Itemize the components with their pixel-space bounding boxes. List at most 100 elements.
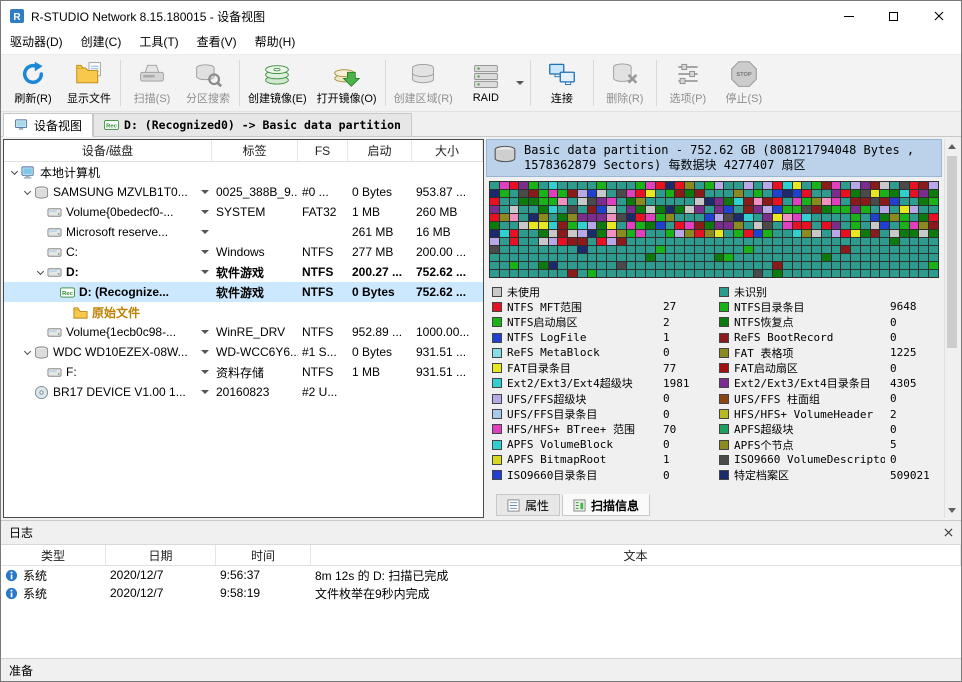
table-row[interactable]: Volume{0bedecf0-...SYSTEMFAT321 MB260 MB bbox=[4, 202, 483, 222]
toolbar-button-refresh[interactable]: 刷新(R) bbox=[5, 57, 61, 110]
table-row[interactable]: BR17 DEVICE V1.00 1...20160823#2 U... bbox=[4, 382, 483, 402]
scan-block bbox=[744, 270, 753, 277]
log-body: 系统2020/12/79:56:378m 12s 的 D: 扫描已完成系统202… bbox=[1, 566, 961, 658]
scan-block bbox=[607, 222, 616, 229]
raid-dropdown-arrow[interactable] bbox=[514, 57, 527, 110]
table-row[interactable]: WDC WD10EZEX-08W...WD-WCC6Y6...#1 S...0 … bbox=[4, 342, 483, 362]
column-header-date[interactable]: 日期 bbox=[106, 545, 216, 565]
table-row[interactable]: RecD: (Recognize...软件游戏NTFS0 Bytes752.62… bbox=[4, 282, 483, 302]
column-header-fs[interactable]: FS bbox=[298, 140, 348, 161]
scan-block bbox=[822, 254, 831, 261]
toolbar-button-connect[interactable]: 连接 bbox=[534, 57, 590, 110]
column-header-size[interactable]: 大小 bbox=[412, 140, 483, 161]
menu-item-1[interactable]: 创建(C) bbox=[72, 31, 131, 54]
tab-properties[interactable]: 属性 bbox=[496, 494, 560, 516]
scroll-up-icon[interactable] bbox=[945, 139, 959, 154]
fs-cell bbox=[298, 302, 348, 322]
table-row[interactable]: F:资料存储NTFS1 MB931.51 ... bbox=[4, 362, 483, 382]
scan-block bbox=[636, 246, 645, 253]
scan-block bbox=[597, 182, 606, 189]
table-row[interactable]: SAMSUNG MZVLB1T0...0025_388B_9...#0 ...0… bbox=[4, 182, 483, 202]
volume-icon bbox=[47, 205, 66, 220]
column-header-device[interactable]: 设备/磁盘 bbox=[4, 140, 212, 161]
row-dropdown-arrow[interactable] bbox=[201, 230, 212, 234]
tree-body: 本地计算机SAMSUNG MZVLB1T0...0025_388B_9...#0… bbox=[4, 162, 483, 517]
scan-block bbox=[539, 214, 548, 221]
toolbar-button-show-files[interactable]: 显示文件 bbox=[61, 57, 117, 110]
device-name: SAMSUNG MZVLB1T0... bbox=[53, 185, 188, 199]
column-header-type[interactable]: 类型 bbox=[1, 545, 106, 565]
menu-item-3[interactable]: 查看(V) bbox=[188, 31, 246, 54]
menu-item-4[interactable]: 帮助(H) bbox=[246, 31, 305, 54]
scan-block bbox=[880, 190, 889, 197]
toolbar-button-open-image[interactable]: 打开镜像(O) bbox=[312, 57, 382, 110]
scan-block bbox=[812, 270, 821, 277]
row-dropdown-arrow[interactable] bbox=[201, 350, 212, 354]
scan-block bbox=[793, 182, 802, 189]
table-row[interactable]: Volume{1ecb0c98-...WinRE_DRVNTFS952.89 .… bbox=[4, 322, 483, 342]
scan-block bbox=[636, 182, 645, 189]
scan-block bbox=[685, 270, 694, 277]
expand-chevron-icon[interactable] bbox=[34, 271, 47, 274]
tab-device-view[interactable]: 设备视图 bbox=[3, 113, 93, 137]
scrollbar-track[interactable] bbox=[945, 154, 959, 503]
row-dropdown-arrow[interactable] bbox=[201, 330, 212, 334]
toolbar-button-raid[interactable]: RAID bbox=[458, 57, 514, 110]
menu-item-2[interactable]: 工具(T) bbox=[130, 31, 187, 54]
table-row[interactable]: 原始文件 bbox=[4, 302, 483, 322]
scan-block bbox=[578, 190, 587, 197]
tab-scan-information[interactable]: 扫描信息 bbox=[562, 494, 650, 516]
scan-block bbox=[666, 206, 675, 213]
scan-block bbox=[763, 190, 772, 197]
toolbar-button-delete: 删除(R) bbox=[597, 57, 653, 110]
right-panel-scrollbar[interactable] bbox=[944, 139, 959, 518]
table-row[interactable]: D:软件游戏NTFS200.27 ...752.62 ... bbox=[4, 262, 483, 282]
log-close-button[interactable] bbox=[944, 528, 953, 537]
create-region-icon bbox=[409, 60, 437, 88]
row-dropdown-arrow[interactable] bbox=[201, 250, 212, 254]
device-cell: WDC WD10EZEX-08W... bbox=[4, 342, 212, 362]
scan-block bbox=[822, 238, 831, 245]
column-header-start[interactable]: 启动 bbox=[348, 140, 412, 161]
legend-item: Ext2/Ext3/Ext4目录条目4305 bbox=[719, 376, 936, 391]
row-dropdown-arrow[interactable] bbox=[201, 210, 212, 214]
scan-block bbox=[861, 238, 870, 245]
log-row[interactable]: 系统2020/12/79:58:19文件枚举在9秒内完成 bbox=[1, 584, 961, 602]
title-bar: R R-STUDIO Network 8.15.180015 - 设备视图 bbox=[1, 1, 961, 31]
row-dropdown-arrow[interactable] bbox=[201, 270, 212, 274]
scan-block bbox=[490, 198, 499, 205]
table-row[interactable]: Microsoft reserve...261 MB16 MB bbox=[4, 222, 483, 242]
expand-chevron-icon[interactable] bbox=[21, 351, 34, 354]
table-row[interactable]: C:WindowsNTFS277 MB200.00 ... bbox=[4, 242, 483, 262]
scan-block bbox=[588, 214, 597, 221]
tab-partition[interactable]: Rec D: (Recognized0) -> Basic data parti… bbox=[93, 113, 412, 137]
scan-block bbox=[851, 214, 860, 221]
close-button[interactable] bbox=[916, 1, 961, 31]
scroll-down-icon[interactable] bbox=[945, 503, 959, 518]
menu-item-0[interactable]: 驱动器(D) bbox=[1, 31, 72, 54]
scan-block bbox=[929, 270, 938, 277]
log-row[interactable]: 系统2020/12/79:56:378m 12s 的 D: 扫描已完成 bbox=[1, 566, 961, 584]
scan-block bbox=[890, 262, 899, 269]
scrollbar-thumb[interactable] bbox=[947, 156, 957, 348]
row-dropdown-arrow[interactable] bbox=[201, 370, 212, 374]
scan-block bbox=[705, 222, 714, 229]
row-dropdown-arrow[interactable] bbox=[201, 390, 212, 394]
scan-block bbox=[675, 246, 684, 253]
expand-chevron-icon[interactable] bbox=[21, 191, 34, 194]
toolbar-button-create-image[interactable]: 创建镜像(E) bbox=[243, 57, 312, 110]
scan-block bbox=[588, 182, 597, 189]
toolbar-separator bbox=[530, 60, 531, 106]
table-row[interactable]: 本地计算机 bbox=[4, 162, 483, 182]
scan-block bbox=[568, 222, 577, 229]
column-header-text[interactable]: 文本 bbox=[311, 545, 961, 565]
scan-block bbox=[568, 198, 577, 205]
minimize-button[interactable] bbox=[826, 1, 871, 31]
start-cell: 0 Bytes bbox=[348, 282, 412, 302]
row-dropdown-arrow[interactable] bbox=[201, 190, 212, 194]
expand-chevron-icon[interactable] bbox=[8, 171, 21, 174]
column-header-time[interactable]: 时间 bbox=[216, 545, 311, 565]
column-header-label[interactable]: 标签 bbox=[212, 140, 298, 161]
delete-icon bbox=[611, 60, 639, 88]
maximize-button[interactable] bbox=[871, 1, 916, 31]
